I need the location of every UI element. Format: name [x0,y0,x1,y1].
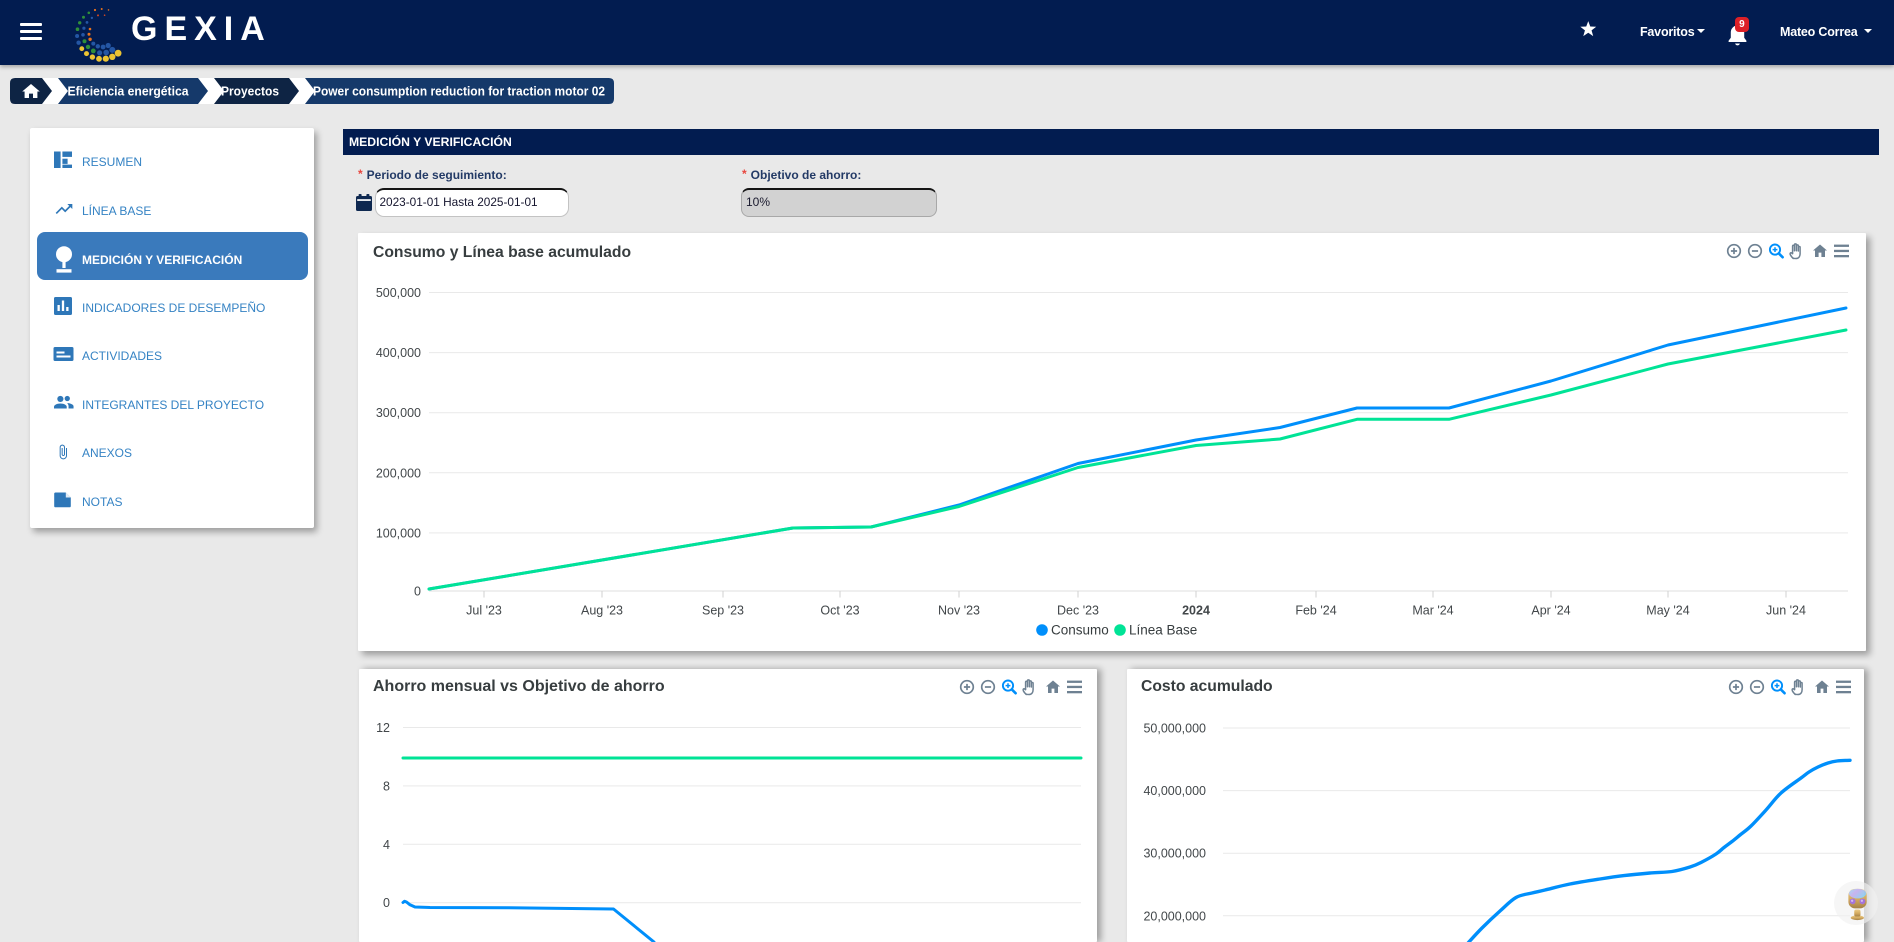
svg-text:Sep '23: Sep '23 [702,604,744,618]
svg-text:40,000,000: 40,000,000 [1143,784,1206,798]
svg-text:Dec '23: Dec '23 [1057,604,1099,618]
svg-text:May '24: May '24 [1646,604,1689,618]
svg-text:30,000,000: 30,000,000 [1143,847,1206,861]
svg-text:Consumo: Consumo [1051,623,1109,638]
svg-text:8: 8 [383,779,390,793]
svg-text:4: 4 [383,838,390,852]
svg-text:0: 0 [414,585,421,599]
svg-text:50,000,000: 50,000,000 [1143,722,1206,736]
svg-text:Nov '23: Nov '23 [938,604,980,618]
svg-text:200,000: 200,000 [376,466,421,480]
svg-text:12: 12 [376,721,390,735]
svg-text:Feb '24: Feb '24 [1295,604,1336,618]
svg-text:Eficiencia energética: Eficiencia energética [68,84,190,99]
svg-text:2024: 2024 [1182,604,1210,618]
svg-text:100,000: 100,000 [376,526,421,540]
svg-text:20,000,000: 20,000,000 [1143,909,1206,923]
svg-text:Jun '24: Jun '24 [1766,604,1806,618]
svg-text:400,000: 400,000 [376,346,421,360]
svg-text:Oct '23: Oct '23 [820,604,859,618]
svg-text:Apr '24: Apr '24 [1531,604,1570,618]
svg-text:Power consumption reduction fo: Power consumption reduction for traction… [313,84,605,99]
svg-text:Proyectos: Proyectos [221,84,279,99]
svg-text:500,000: 500,000 [376,286,421,300]
svg-text:Aug '23: Aug '23 [581,604,623,618]
svg-text:0: 0 [383,896,390,910]
svg-text:Línea Base: Línea Base [1129,623,1197,638]
svg-text:Mar '24: Mar '24 [1412,604,1453,618]
svg-text:Jul '23: Jul '23 [466,604,502,618]
svg-text:300,000: 300,000 [376,406,421,420]
